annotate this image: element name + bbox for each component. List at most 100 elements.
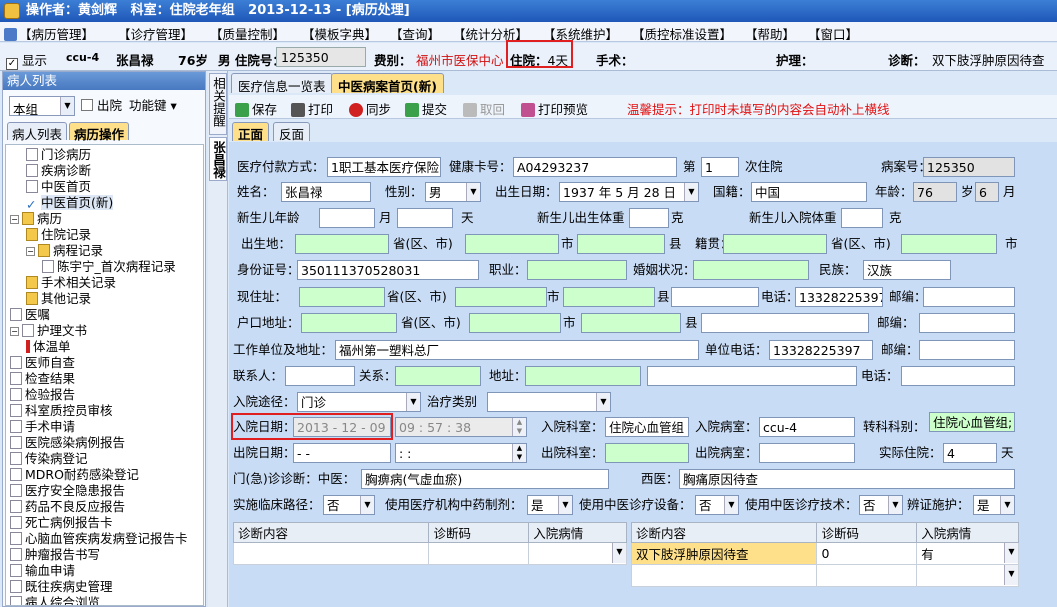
tree-item[interactable]: 检验报告 xyxy=(10,387,75,403)
nb-in-weight-field[interactable] xyxy=(841,208,883,228)
contact-phone[interactable] xyxy=(901,366,1015,386)
times-field[interactable]: 1 xyxy=(701,157,739,177)
native-city[interactable] xyxy=(901,234,997,254)
withdraw-button[interactable]: 取回 xyxy=(463,99,505,118)
tree-item[interactable]: 医嘱 xyxy=(10,307,50,323)
admit-dept-field[interactable]: 住院心血管组 xyxy=(605,417,689,437)
collapse-icon[interactable]: − xyxy=(26,247,35,256)
hukou-county[interactable] xyxy=(581,313,681,333)
treat-type-select[interactable]: ▼ xyxy=(487,392,611,412)
tree-item[interactable]: 门诊病历 xyxy=(26,147,91,163)
tree-item[interactable]: 肿瘤报告书写 xyxy=(10,547,100,563)
tree-item[interactable]: 体温单 xyxy=(26,339,71,355)
tree-item[interactable]: 疾病诊断 xyxy=(26,163,91,179)
tree-item[interactable]: 死亡病例报告卡 xyxy=(10,515,113,531)
chevron-down-icon[interactable]: ▼ xyxy=(1004,543,1018,563)
table-cell[interactable] xyxy=(232,542,430,565)
tab-patient-list[interactable]: 病人列表 xyxy=(7,122,68,142)
tree-item[interactable]: 病人综合浏览 xyxy=(10,595,100,605)
dob-field[interactable]: 1937 年 5 月 28 日 ▼ xyxy=(559,182,699,202)
actual-field[interactable]: 4 xyxy=(943,443,997,463)
tree-item[interactable]: − 病历 xyxy=(10,211,62,227)
discharge-checkbox[interactable]: 出院 xyxy=(81,96,122,116)
dis-date-field[interactable]: - - xyxy=(293,443,391,463)
name-field[interactable]: 张昌禄 xyxy=(281,182,371,202)
tree-item[interactable]: 检查结果 xyxy=(10,371,75,387)
group-select[interactable]: 本组 ▼ xyxy=(9,96,75,117)
table-cell[interactable]: ▼ xyxy=(528,542,627,565)
tree-item[interactable]: 既往疾病史管理 xyxy=(10,579,113,595)
work-field[interactable]: 福州第一塑料总厂 xyxy=(335,340,699,360)
hukou-city[interactable] xyxy=(469,313,561,333)
hukou-province[interactable] xyxy=(301,313,397,333)
collapse-icon[interactable]: − xyxy=(10,327,19,336)
sex-select[interactable]: 男 ▼ xyxy=(425,182,481,202)
dis-dept-field[interactable] xyxy=(605,443,689,463)
menu-diagnosis[interactable]: 【诊疗管理】 xyxy=(118,24,193,43)
table-cell[interactable] xyxy=(630,564,818,587)
tree-item[interactable]: 医院感染病例报告 xyxy=(10,435,125,451)
print-button[interactable]: 打印 xyxy=(291,99,333,118)
tree-item[interactable]: 传染病登记 xyxy=(10,451,88,467)
dis-ward-field[interactable] xyxy=(759,443,855,463)
menu-query[interactable]: 【查询】 xyxy=(390,24,440,43)
print-preview-button[interactable]: 打印预览 xyxy=(521,99,588,118)
table-cell[interactable]: 有 ▼ xyxy=(916,542,1019,565)
path-select[interactable]: 否 ▼ xyxy=(323,495,375,515)
table-row[interactable]: ▼ xyxy=(232,542,627,565)
collapse-icon[interactable]: − xyxy=(10,215,19,224)
tree-item[interactable]: 住院记录 xyxy=(26,227,91,243)
ethnic-field[interactable]: 汉族 xyxy=(863,260,951,280)
hukou-zip[interactable] xyxy=(919,313,1015,333)
sync-button[interactable]: 同步 xyxy=(349,99,391,118)
tree-item[interactable]: 药品不良反应报告 xyxy=(10,499,125,515)
contact-field[interactable] xyxy=(285,366,355,386)
function-key-menu[interactable]: 功能键 ▾ xyxy=(129,96,177,116)
nb-month-field[interactable] xyxy=(319,208,375,228)
tab-front[interactable]: 正面 xyxy=(232,122,270,142)
tree-item[interactable]: 中医首页 xyxy=(26,179,91,195)
table-cell[interactable] xyxy=(428,542,530,565)
save-button[interactable]: 保存 xyxy=(235,99,277,118)
menu-help[interactable]: 【帮助】 xyxy=(745,24,795,43)
contact-address-1[interactable] xyxy=(525,366,641,386)
equip-select[interactable]: 否 ▼ xyxy=(695,495,739,515)
birth-city[interactable] xyxy=(465,234,559,254)
tree-item[interactable]: 医疗安全隐患报告 xyxy=(10,483,125,499)
admit-route-select[interactable]: 门诊 ▼ xyxy=(297,392,421,412)
tree-item[interactable]: 手术申请 xyxy=(10,419,75,435)
tab-tcm-homepage[interactable]: 中医病案首页(新) xyxy=(331,73,444,94)
zip-field[interactable] xyxy=(923,287,1015,307)
tree-item[interactable]: − 病程记录 xyxy=(26,243,103,259)
western-field[interactable]: 胸痛原因待查 xyxy=(679,469,1015,489)
show-checkbox[interactable]: ✓ 显示 xyxy=(6,50,47,70)
nation-field[interactable]: 中国 xyxy=(751,182,867,202)
addr-detail[interactable] xyxy=(671,287,759,307)
submit-button[interactable]: 提交 xyxy=(405,99,447,118)
tree-item[interactable]: 其他记录 xyxy=(26,291,91,307)
addr-province[interactable] xyxy=(299,287,385,307)
nb-weight-field[interactable] xyxy=(629,208,669,228)
nb-day-field[interactable] xyxy=(397,208,453,228)
tree-item[interactable]: − 护理文书 xyxy=(10,323,87,339)
birth-province[interactable] xyxy=(295,234,389,254)
dis-time-field[interactable]: : : ▲ ▼ xyxy=(395,443,527,463)
tree-item[interactable]: 医师自查 xyxy=(10,355,75,371)
tab-back[interactable]: 反面 xyxy=(273,122,311,142)
birth-county[interactable] xyxy=(577,234,665,254)
id-field[interactable]: 350111370528031 xyxy=(297,260,479,280)
work-zip[interactable] xyxy=(919,340,1015,360)
tree-item[interactable]: 科室质控员审核 xyxy=(10,403,113,419)
tab-record-operations[interactable]: 病历操作 xyxy=(69,122,130,142)
job-field[interactable] xyxy=(527,260,627,280)
pay-field[interactable]: 1职工基本医疗保险 xyxy=(327,157,441,177)
chevron-down-icon[interactable]: ▼ xyxy=(1004,565,1018,585)
table-row[interactable]: ▼ xyxy=(630,564,1019,587)
tree-item[interactable]: 手术相关记录 xyxy=(26,275,116,291)
tree-item[interactable]: ✓ 中医首页(新) xyxy=(26,195,114,212)
marital-field[interactable] xyxy=(693,260,809,280)
op-tcm-field[interactable]: 胸痹病(气虚血瘀) xyxy=(361,469,609,489)
addr-city[interactable] xyxy=(455,287,547,307)
menu-window[interactable]: 【窗口】 xyxy=(808,24,858,43)
tree-item[interactable]: 输血申请 xyxy=(10,563,75,579)
